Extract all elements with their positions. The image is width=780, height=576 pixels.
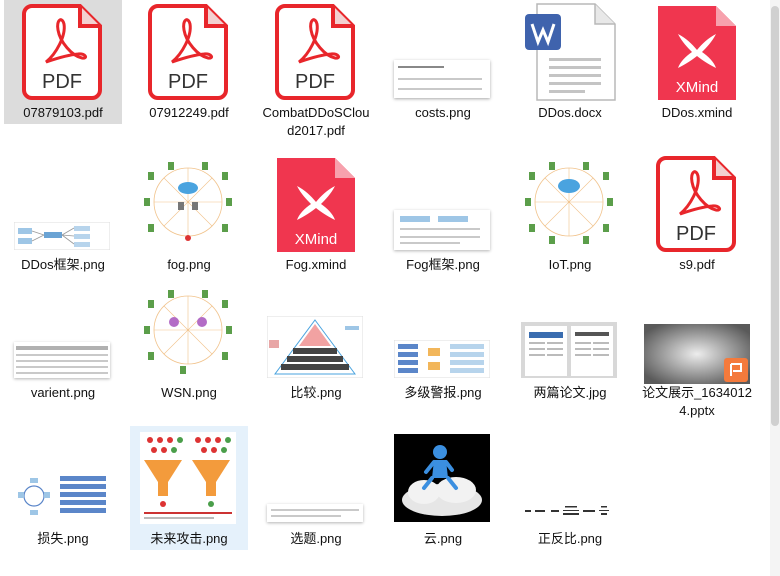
pyramid-diagram-thumbnail-icon (267, 316, 363, 378)
file-item-comparison-png[interactable]: 比较.png (257, 280, 375, 404)
file-item-presentation-pptx[interactable]: 论文展示_16340124.pptx (638, 280, 756, 422)
file-item-ddos-framework-png[interactable]: DDos框架.png (4, 152, 122, 276)
file-name: 07912249.pdf (149, 105, 229, 120)
pdf-icon: PDF (148, 4, 228, 100)
xmind-badge: XMind (295, 231, 338, 248)
file-item-wsn-png[interactable]: WSN.png (130, 280, 248, 404)
file-item-loss-png[interactable]: 损失.png (4, 426, 122, 550)
file-item-07879103-pdf[interactable]: PDF 07879103.pdf (4, 0, 122, 124)
file-name: fog.png (167, 257, 211, 272)
funnel-diagram-thumbnail-icon (140, 432, 236, 524)
file-item-fog-framework-png[interactable]: Fog框架.png (384, 152, 502, 276)
file-name: 07879103.pdf (23, 105, 103, 120)
file-item-ddos-docx[interactable]: DDos.docx (511, 0, 629, 124)
cloud-figure-thumbnail-icon (394, 434, 490, 522)
file-item-proportion-png[interactable]: 正反比.png (511, 426, 629, 550)
file-name: DDos.xmind (661, 105, 733, 120)
file-item-fog-xmind[interactable]: XMind Fog.xmind (257, 152, 375, 276)
image-thumbnail-icon (267, 504, 363, 522)
file-item-varient-png[interactable]: varient.png (4, 280, 122, 404)
vertical-scrollbar[interactable] (770, 0, 780, 576)
file-name: CombatDDoSCloud2017.pdf (262, 105, 370, 138)
image-thumbnail-icon (394, 210, 490, 250)
file-item-two-papers-jpg[interactable]: 两篇论文.jpg (511, 280, 629, 404)
file-name: varient.png (30, 385, 96, 400)
file-name: DDos框架.png (21, 257, 105, 272)
file-item-ddos-xmind[interactable]: XMind DDos.xmind (638, 0, 756, 124)
network-diagram-thumbnail-icon (140, 286, 236, 378)
xmind-icon: XMind (658, 6, 736, 100)
image-thumbnail-icon (14, 222, 110, 250)
pdf-badge: PDF (168, 71, 208, 93)
file-grid: PDF 07879103.pdf PDF 07912249.pdf PDF Co… (0, 0, 770, 576)
file-item-multilevel-alert-png[interactable]: 多级警报.png (384, 280, 502, 404)
powerpoint-thumbnail-icon (644, 324, 750, 384)
pdf-badge: PDF (42, 71, 82, 93)
image-thumbnail-icon (14, 342, 110, 378)
file-item-fog-png[interactable]: fog.png (130, 152, 248, 276)
file-name: 选题.png (290, 531, 342, 546)
file-item-future-attack-png[interactable]: 未来攻击.png (130, 426, 248, 550)
file-name: 未来攻击.png (150, 531, 228, 546)
xmind-badge: XMind (676, 79, 719, 96)
file-name: 多级警报.png (404, 385, 482, 400)
file-name: DDos.docx (538, 105, 602, 120)
file-name: 比较.png (290, 385, 342, 400)
network-diagram-thumbnail-icon (140, 158, 236, 250)
xmind-icon: XMind (277, 158, 355, 252)
file-name: WSN.png (161, 385, 217, 400)
pdf-badge: PDF (676, 223, 716, 245)
network-diagram-thumbnail-icon (521, 158, 617, 250)
file-item-combatddoscloud2017-pdf[interactable]: PDF CombatDDoSCloud2017.pdf (257, 0, 375, 142)
file-name: Fog.xmind (285, 257, 347, 272)
pdf-icon: PDF (275, 4, 355, 100)
file-name: Fog框架.png (406, 257, 480, 272)
file-item-costs-png[interactable]: costs.png (384, 0, 502, 124)
pdf-icon: PDF (22, 4, 102, 100)
flowchart-thumbnail-icon (14, 472, 110, 522)
file-item-s9-pdf[interactable]: PDF s9.pdf (638, 152, 756, 276)
pdf-badge: PDF (295, 71, 335, 93)
file-item-cloud-png[interactable]: 云.png (384, 426, 502, 550)
flowchart-thumbnail-icon (394, 340, 490, 378)
word-document-icon (525, 3, 616, 101)
file-name: s9.pdf (679, 257, 715, 272)
file-item-iot-png[interactable]: IoT.png (511, 152, 629, 276)
file-name: 论文展示_16340124.pptx (642, 385, 752, 418)
paper-thumbnail-icon (521, 322, 617, 378)
file-name: costs.png (415, 105, 471, 120)
formula-thumbnail-icon (521, 500, 617, 522)
file-item-07912249-pdf[interactable]: PDF 07912249.pdf (130, 0, 248, 124)
file-item-topic-png[interactable]: 选题.png (257, 426, 375, 550)
scrollbar-thumb[interactable] (771, 6, 779, 426)
file-name: IoT.png (548, 257, 592, 272)
pdf-icon: PDF (656, 156, 736, 252)
image-thumbnail-icon (394, 60, 490, 98)
file-name: 云.png (423, 531, 463, 546)
file-name: 正反比.png (537, 531, 603, 546)
file-name: 损失.png (37, 531, 89, 546)
file-name: 两篇论文.jpg (533, 385, 607, 400)
